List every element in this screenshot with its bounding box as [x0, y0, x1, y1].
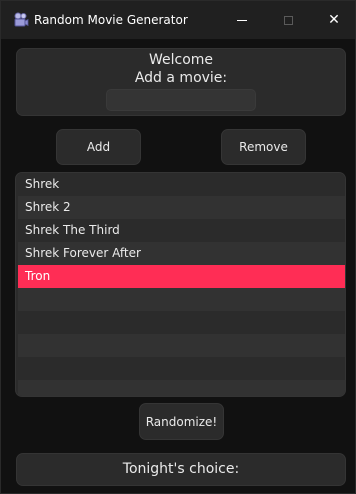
minimize-button[interactable] — [219, 1, 265, 39]
close-icon: ✕ — [328, 12, 340, 28]
remove-button[interactable]: Remove — [221, 129, 306, 165]
empty-list-row[interactable] — [18, 380, 345, 396]
welcome-heading: Welcome — [148, 52, 214, 68]
tonights-choice-label: Tonight's choice: — [122, 461, 240, 477]
empty-list-row[interactable] — [18, 334, 345, 357]
window-title: Random Movie Generator — [34, 13, 188, 27]
maximize-button[interactable] — [265, 1, 311, 39]
choice-panel: Tonight's choice: — [16, 453, 346, 486]
title-bar[interactable]: Random Movie Generator ✕ — [1, 1, 355, 39]
welcome-panel: Welcome Add a movie: — [16, 48, 346, 116]
list-item[interactable]: Shrek — [18, 173, 345, 196]
close-button[interactable]: ✕ — [311, 1, 356, 39]
movie-input[interactable] — [106, 89, 256, 111]
empty-list-row[interactable] — [18, 357, 345, 380]
empty-list-row[interactable] — [18, 311, 345, 334]
add-button[interactable]: Add — [56, 129, 141, 165]
movie-list[interactable]: Shrek Shrek 2 Shrek The Third Shrek Forever… — [15, 172, 346, 397]
list-item[interactable]: Shrek 2 — [18, 196, 345, 219]
app-window: Random Movie Generator ✕ Welcome Add a m… — [0, 0, 356, 494]
empty-list-row[interactable] — [18, 288, 345, 311]
film-camera-icon — [14, 12, 29, 27]
minimize-icon — [237, 19, 247, 21]
maximize-icon — [283, 15, 293, 25]
list-item[interactable]: Shrek Forever After — [18, 242, 345, 265]
list-item-selected[interactable]: Tron — [18, 265, 345, 288]
add-movie-label: Add a movie: — [134, 70, 228, 86]
randomize-button[interactable]: Randomize! — [139, 403, 224, 440]
list-item[interactable]: Shrek The Third — [18, 219, 345, 242]
